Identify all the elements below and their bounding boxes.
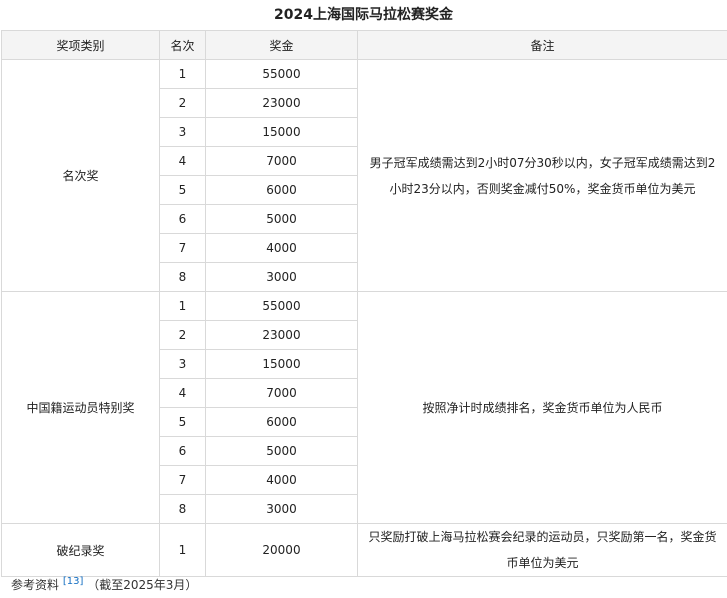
page: 2024上海国际马拉松赛奖金 奖项类别 名次 奖金 备注 名次奖 1 55000 男子… <box>0 0 727 598</box>
prize-cell: 7000 <box>205 146 358 176</box>
prize-cell: 15000 <box>205 117 358 147</box>
reference-link[interactable]: [13] <box>63 576 84 587</box>
header-rank: 名次 <box>159 30 206 60</box>
rank-cell: 8 <box>159 262 206 292</box>
rank-cell: 2 <box>159 88 206 118</box>
rank-cell: 3 <box>159 349 206 379</box>
prize-cell: 20000 <box>205 523 358 577</box>
header-prize: 奖金 <box>205 30 358 60</box>
table-body: 名次奖 1 55000 男子冠军成绩需达到2小时07分30秒以内，女子冠军成绩需达到2… <box>1 59 727 577</box>
prize-cell: 7000 <box>205 378 358 408</box>
rank-cell: 7 <box>159 233 206 263</box>
prize-cell: 5000 <box>205 436 358 466</box>
note-cell: 按照净计时成绩排名，奖金货币单位为人民币 <box>357 291 727 524</box>
prize-table: 奖项类别 名次 奖金 备注 名次奖 1 55000 男子冠军成绩需达到2小时07分30… <box>1 30 727 577</box>
rank-cell: 6 <box>159 204 206 234</box>
rank-cell: 1 <box>159 291 206 321</box>
prize-cell: 6000 <box>205 175 358 205</box>
prize-cell: 6000 <box>205 407 358 437</box>
prize-cell: 3000 <box>205 494 358 524</box>
rank-cell: 8 <box>159 494 206 524</box>
prize-cell: 23000 <box>205 88 358 118</box>
category-cell: 名次奖 <box>1 59 160 292</box>
rank-cell: 1 <box>159 523 206 577</box>
header-note: 备注 <box>357 30 727 60</box>
table-title: 2024上海国际马拉松赛奖金 <box>274 7 453 23</box>
date-note: （截至2025年3月） <box>87 578 198 592</box>
prize-cell: 4000 <box>205 233 358 263</box>
rank-cell: 5 <box>159 175 206 205</box>
header-row: 奖项类别 名次 奖金 备注 <box>1 30 727 60</box>
rank-cell: 3 <box>159 117 206 147</box>
prize-cell: 55000 <box>205 59 358 89</box>
prize-cell: 15000 <box>205 349 358 379</box>
prize-cell: 55000 <box>205 291 358 321</box>
references-label: 参考资料 <box>11 578 60 592</box>
references: 参考资料 [13] （截至2025年3月） <box>11 575 197 595</box>
rank-cell: 6 <box>159 436 206 466</box>
note-cell: 男子冠军成绩需达到2小时07分30秒以内，女子冠军成绩需达到2小时23分以内，否… <box>357 59 727 292</box>
header-category: 奖项类别 <box>1 30 160 60</box>
rank-cell: 4 <box>159 378 206 408</box>
prize-cell: 5000 <box>205 204 358 234</box>
category-cell: 破纪录奖 <box>1 523 160 577</box>
rank-cell: 5 <box>159 407 206 437</box>
rank-cell: 4 <box>159 146 206 176</box>
table-row: 中国籍运动员特别奖 1 55000 按照净计时成绩排名，奖金货币单位为人民币 <box>1 291 727 524</box>
prize-cell: 4000 <box>205 465 358 495</box>
table-row: 破纪录奖 1 20000 只奖励打破上海马拉松赛会纪录的运动员，只奖励第一名，奖金货币… <box>1 523 727 577</box>
category-cell: 中国籍运动员特别奖 <box>1 291 160 524</box>
table-row: 名次奖 1 55000 男子冠军成绩需达到2小时07分30秒以内，女子冠军成绩需达到2… <box>1 59 727 292</box>
rank-cell: 1 <box>159 59 206 89</box>
rank-cell: 2 <box>159 320 206 350</box>
rank-cell: 7 <box>159 465 206 495</box>
prize-cell: 3000 <box>205 262 358 292</box>
note-cell: 只奖励打破上海马拉松赛会纪录的运动员，只奖励第一名，奖金货币单位为美元 <box>357 523 727 577</box>
prize-cell: 23000 <box>205 320 358 350</box>
